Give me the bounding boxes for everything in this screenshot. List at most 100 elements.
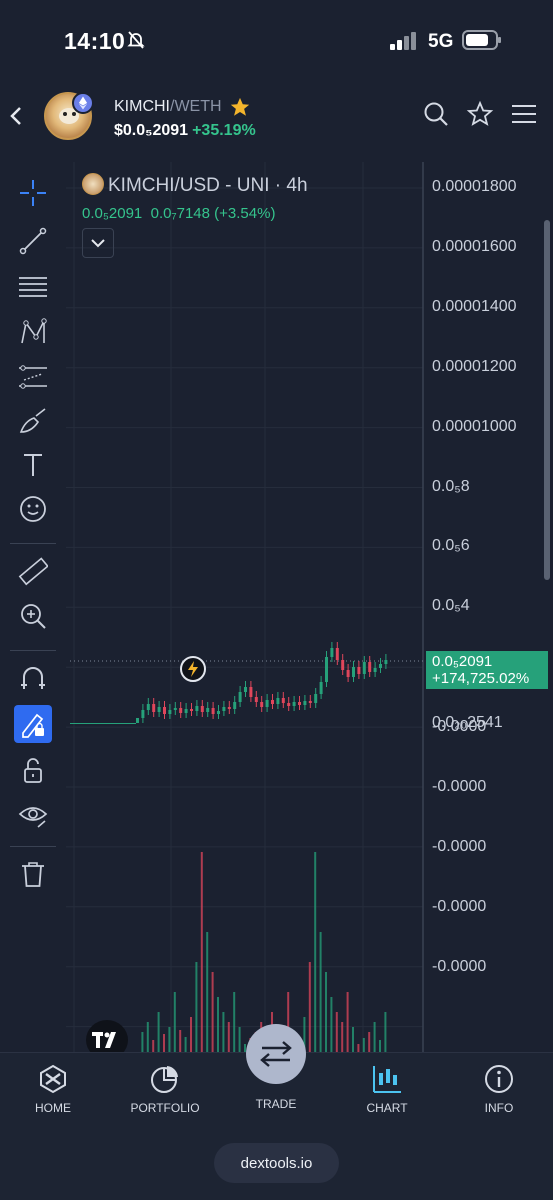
candle	[325, 657, 328, 682]
magnet-icon[interactable]	[14, 659, 52, 697]
candle	[368, 662, 372, 672]
volume-bar	[335, 1012, 338, 1052]
volume-bar	[157, 1012, 160, 1052]
candle	[112, 723, 115, 724]
volume-bar	[357, 1044, 360, 1052]
trade-button[interactable]	[246, 1024, 306, 1084]
volume-bar	[373, 1022, 376, 1052]
volume-bar	[195, 962, 198, 1052]
candle	[106, 723, 109, 724]
volume-bar	[308, 962, 311, 1052]
price-axis-label: 0.00001400	[432, 297, 517, 315]
unlock-icon[interactable]	[14, 751, 52, 789]
volume-bar	[233, 992, 236, 1052]
candle	[357, 667, 361, 674]
last-price-change: +174,725.02%	[432, 670, 530, 687]
candle	[121, 723, 124, 724]
brush-icon[interactable]	[14, 402, 52, 440]
fib-icon[interactable]	[14, 268, 52, 306]
candle	[276, 698, 280, 704]
volume-bar	[352, 1027, 354, 1052]
candle	[319, 682, 323, 694]
lock-drawing-icon[interactable]	[14, 705, 52, 743]
candle	[146, 704, 150, 710]
candle	[184, 709, 188, 713]
eye-icon[interactable]	[14, 796, 52, 834]
price-axis-label: 0.00001600	[432, 237, 517, 255]
volume-bar	[211, 972, 214, 1052]
volume-bar	[190, 1017, 192, 1052]
nav-info[interactable]: INFO	[454, 1063, 544, 1115]
candle	[292, 702, 296, 706]
menu-icon[interactable]	[510, 100, 538, 128]
candle	[163, 707, 166, 714]
candle	[136, 718, 139, 723]
candle	[287, 703, 291, 706]
candle	[384, 660, 388, 664]
candle	[206, 708, 210, 712]
candle	[82, 723, 85, 724]
chart-title: KIMCHI/USD - UNI · 4h	[82, 173, 308, 197]
candle	[303, 701, 307, 705]
trash-icon[interactable]	[14, 855, 52, 893]
volume-bar	[384, 1012, 387, 1052]
candle	[179, 708, 183, 713]
candle	[217, 711, 220, 714]
nav-portfolio[interactable]: PORTFOLIO	[120, 1063, 210, 1115]
pattern-icon[interactable]	[14, 313, 52, 351]
emoji-icon[interactable]	[14, 490, 52, 528]
candle	[373, 668, 377, 672]
trend-line-icon[interactable]	[14, 222, 52, 260]
chart-icon	[373, 1066, 401, 1093]
chevron-down-icon	[91, 239, 105, 248]
zoom-in-icon[interactable]	[14, 597, 52, 635]
last-price-tag: 0.0₅2091 +174,725.02%	[426, 651, 548, 689]
ruler-icon[interactable]	[14, 553, 52, 591]
candle	[127, 723, 130, 724]
candle	[97, 723, 100, 724]
text-icon[interactable]	[14, 446, 52, 484]
candle	[124, 723, 127, 724]
network-type: 5G	[428, 31, 454, 52]
candle	[152, 704, 156, 712]
candle	[346, 670, 350, 677]
candle	[211, 708, 215, 714]
collapse-legend-button[interactable]	[82, 228, 114, 258]
token-header: KIMCHI/WETH $0.0₅2091 +35.19%	[0, 86, 553, 148]
ohlc-change: 0.0₇7148 (+3.54%)	[150, 205, 276, 222]
candle	[79, 723, 82, 724]
nav-home[interactable]: HOME	[8, 1063, 98, 1115]
trade-label: TRADE	[255, 1097, 297, 1111]
last-price-value: 0.0₅2091	[432, 653, 493, 670]
candle	[254, 697, 258, 702]
volume-bar	[341, 1022, 344, 1052]
favorite-star-icon[interactable]	[466, 100, 494, 128]
crosshair-icon[interactable]	[14, 174, 52, 212]
back-arrow-icon[interactable]	[6, 102, 26, 130]
volume-bar	[379, 1040, 381, 1052]
candle	[260, 702, 264, 707]
candle	[244, 687, 247, 692]
ethereum-icon	[72, 92, 94, 114]
candle	[73, 723, 76, 724]
candle	[141, 710, 145, 718]
candle	[379, 664, 382, 668]
nav-chart[interactable]: CHART	[342, 1063, 432, 1115]
search-icon[interactable]	[422, 100, 450, 128]
drawing-toolbar	[0, 170, 66, 1050]
volume-bar	[173, 992, 176, 1052]
site-url-pill[interactable]: dextools.io	[214, 1143, 339, 1183]
lightning-event-icon[interactable]	[180, 656, 206, 682]
volume-bar	[152, 1040, 155, 1052]
signal-icon	[390, 32, 416, 50]
forecast-icon[interactable]	[14, 358, 52, 396]
volume-bar	[227, 1022, 230, 1052]
chart-canvas[interactable]	[66, 162, 553, 1052]
candle	[88, 723, 91, 724]
ohlc-legend: 0.0₅2091 0.0₇7148 (+3.54%)	[82, 205, 275, 222]
price-chart[interactable]	[66, 162, 553, 1052]
candle	[341, 660, 345, 670]
token-symbol: KIMCHI	[114, 98, 170, 115]
price-axis-label: 0.0₅4	[432, 597, 470, 615]
volume-bar	[141, 1032, 144, 1052]
